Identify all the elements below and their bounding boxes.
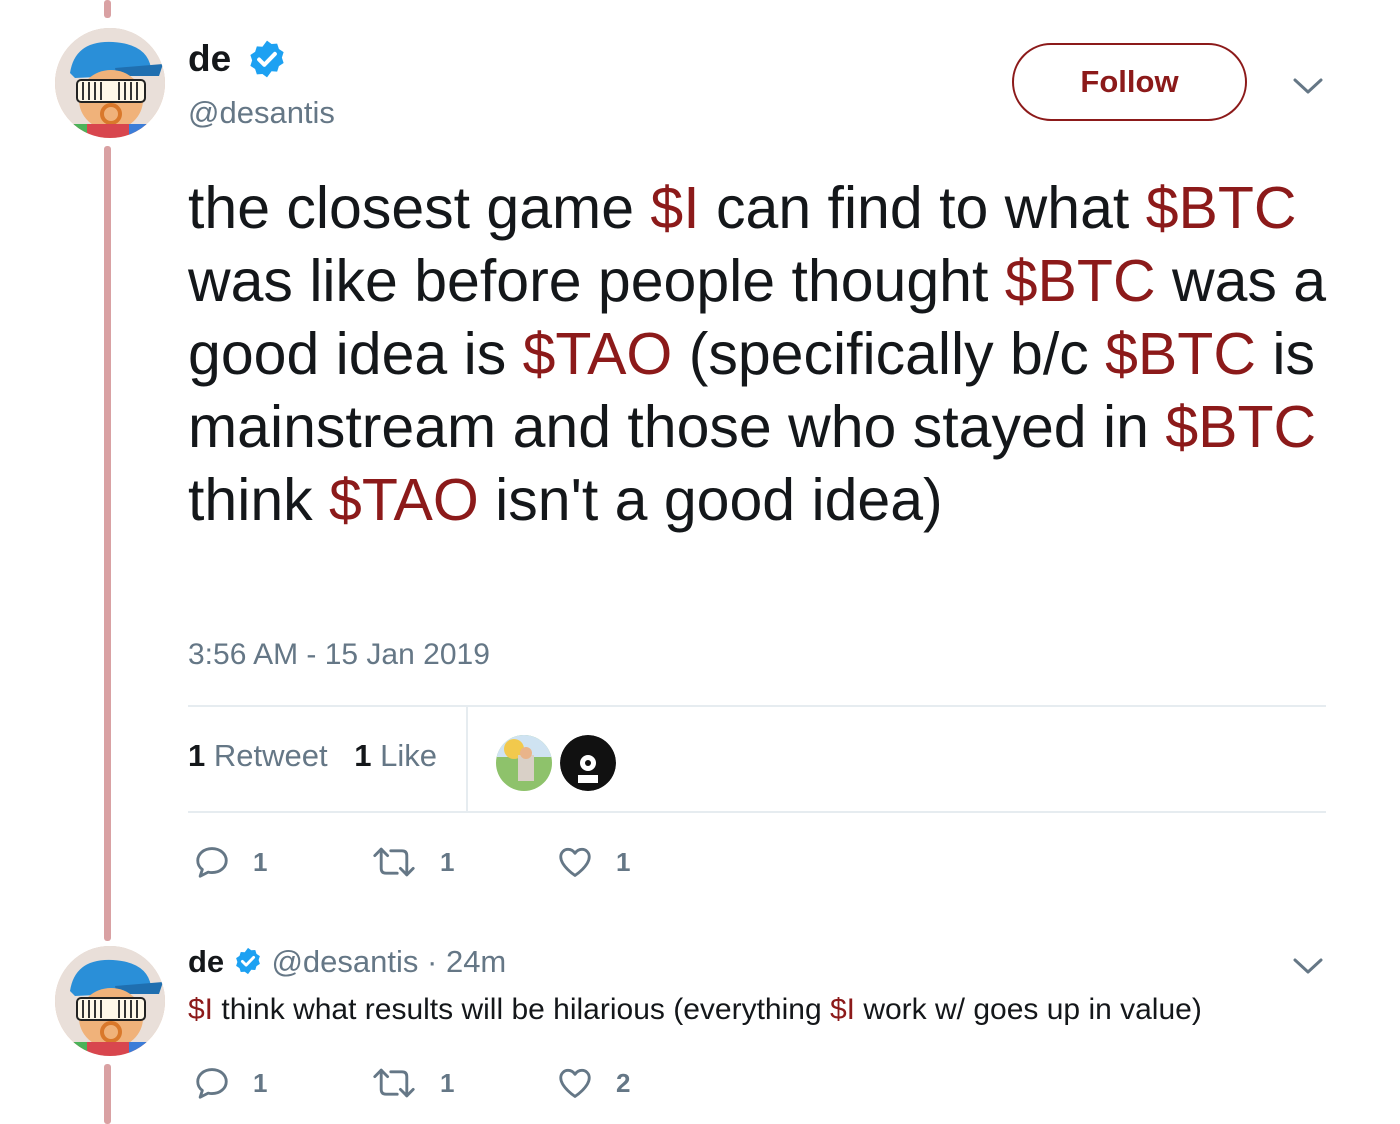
reply-like-button[interactable]: 2 bbox=[556, 1064, 630, 1102]
like-stat[interactable]: 1 Like bbox=[354, 738, 437, 773]
author-name[interactable]: de bbox=[188, 38, 231, 80]
tweet-cashtag-link[interactable]: $TAO bbox=[329, 467, 479, 533]
liker-avatar-1[interactable] bbox=[494, 733, 554, 793]
reply-header: de @desantis · 24m bbox=[188, 944, 506, 980]
reply-text: $I think what results will be hilarious … bbox=[188, 993, 1202, 1027]
retweet-action-count: 1 bbox=[440, 846, 455, 877]
thread-line-middle bbox=[104, 146, 111, 941]
reply-text-segment: work w/ goes up in value) bbox=[855, 993, 1202, 1026]
stats-vertical-divider bbox=[466, 707, 468, 811]
reply-retweet-count: 1 bbox=[440, 1067, 455, 1098]
reply-author-name[interactable]: de bbox=[188, 944, 224, 979]
reply-like-count: 2 bbox=[616, 1067, 631, 1098]
tweet-cashtag-link[interactable]: $BTC bbox=[1005, 248, 1156, 314]
reply-heart-icon bbox=[559, 1068, 591, 1098]
follow-button[interactable]: Follow bbox=[1012, 43, 1247, 121]
tweet-text-segment: the closest game bbox=[188, 175, 651, 241]
liker-avatar-1-image bbox=[496, 735, 552, 791]
engagement-stats: 1 Retweet 1 Like bbox=[188, 738, 455, 774]
tweet-cashtag-link[interactable]: $TAO bbox=[523, 321, 673, 387]
retweet-icon bbox=[373, 847, 415, 877]
reply-separator: · bbox=[427, 944, 438, 979]
reply-avatar-image bbox=[55, 946, 165, 1056]
reply-author-handle[interactable]: @desantis bbox=[271, 944, 418, 979]
chevron-down-icon[interactable] bbox=[1292, 76, 1324, 96]
avatar-image bbox=[55, 28, 165, 138]
tweet-cashtag-link[interactable]: $BTC bbox=[1165, 394, 1316, 460]
reply-button[interactable]: 1 bbox=[193, 843, 267, 881]
tweet-cashtag-link[interactable]: $BTC bbox=[1146, 175, 1297, 241]
retweet-label: Retweet bbox=[213, 738, 328, 773]
reply-reply-button[interactable]: 1 bbox=[193, 1064, 267, 1102]
author-avatar[interactable] bbox=[55, 28, 165, 138]
tweet-text-segment: isn't a good idea) bbox=[478, 467, 943, 533]
reply-reply-count: 1 bbox=[253, 1067, 268, 1098]
reply-count: 1 bbox=[253, 846, 268, 877]
retweet-stat[interactable]: 1 Retweet bbox=[188, 738, 328, 773]
like-label: Like bbox=[380, 738, 437, 773]
reply-text-segment: think what results will be hilarious (ev… bbox=[213, 993, 830, 1026]
reply-chevron-down-icon[interactable] bbox=[1292, 956, 1324, 976]
reply-verified-badge-icon bbox=[235, 947, 260, 975]
author-handle[interactable]: @desantis bbox=[188, 95, 335, 131]
reply-retweet-icon bbox=[373, 1068, 415, 1098]
like-button[interactable]: 1 bbox=[556, 843, 630, 881]
heart-icon bbox=[559, 847, 591, 877]
stats-divider-top bbox=[188, 705, 1326, 707]
reply-cashtag-link[interactable]: $I bbox=[188, 993, 213, 1026]
retweet-count: 1 bbox=[188, 738, 206, 773]
stats-divider-bottom bbox=[188, 811, 1326, 813]
reply-time-ago[interactable]: 24m bbox=[446, 944, 506, 979]
tweet-text-segment: can find to what bbox=[699, 175, 1146, 241]
reply-reply-icon bbox=[196, 1068, 228, 1099]
liker-avatar-2[interactable] bbox=[558, 733, 618, 793]
tweet-text-segment: (specifically b/c bbox=[672, 321, 1106, 387]
like-action-count: 1 bbox=[616, 846, 631, 877]
reply-cashtag-link[interactable]: $I bbox=[830, 993, 855, 1026]
tweet-cashtag-link[interactable]: $BTC bbox=[1105, 321, 1256, 387]
thread-line-bottom bbox=[104, 1064, 111, 1124]
tweet-text-segment: was like before people thought bbox=[188, 248, 1005, 314]
tweet-timestamp[interactable]: 3:56 AM - 15 Jan 2019 bbox=[188, 638, 490, 672]
reply-icon bbox=[196, 847, 228, 878]
reply-retweet-button[interactable]: 1 bbox=[370, 1066, 454, 1100]
tweet-cashtag-link[interactable]: $I bbox=[650, 175, 699, 241]
diamond-record-logo bbox=[560, 735, 616, 791]
verified-badge-icon bbox=[250, 40, 284, 78]
reply-author-avatar[interactable] bbox=[55, 946, 165, 1056]
thread-line-top bbox=[104, 0, 111, 18]
like-count: 1 bbox=[354, 738, 372, 773]
retweet-button[interactable]: 1 bbox=[370, 845, 454, 879]
tweet-text-segment: think bbox=[188, 467, 330, 533]
tweet-text: the closest game $I can find to what $BT… bbox=[188, 172, 1348, 537]
